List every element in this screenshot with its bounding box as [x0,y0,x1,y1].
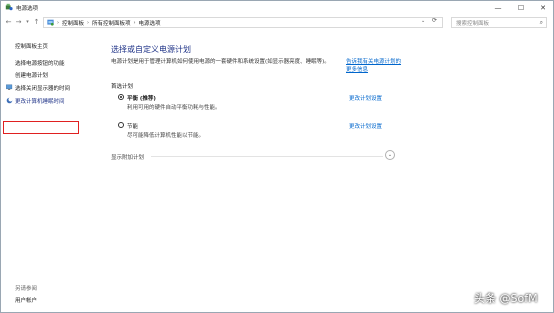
plan-power-saver-name[interactable]: 节能 [127,122,138,130]
back-arrow-icon: ← [5,18,12,26]
up-arrow-icon: ↑ [33,18,40,26]
breadcrumb-control-panel[interactable]: 控制面板 [62,19,84,27]
show-additional-plans-label[interactable]: 显示附加计划 [111,153,144,161]
recent-locations-button[interactable]: ▾ [23,17,32,27]
back-button[interactable]: ← [4,17,13,27]
control-panel-icon [47,19,54,26]
minimize-icon: — [494,3,502,12]
close-button[interactable]: ✕ [532,1,554,14]
breadcrumb-separator: › [87,19,90,26]
plan-balanced-radio[interactable] [118,94,124,100]
plan-balanced-name[interactable]: 平衡 (推荐) [127,94,156,102]
breadcrumb-separator: › [133,19,136,26]
refresh-icon[interactable]: ⟳ [432,17,437,24]
maximize-button[interactable]: ☐ [510,1,532,14]
sidebar: 控制面板主页 选择电源按钮的功能 创建电源计划 选择关闭显示器的时间 更改计算机… [1,30,101,313]
breadcrumb-power-options[interactable]: 电源选项 [139,19,161,27]
plan-power-saver-radio[interactable] [118,122,124,128]
preferred-plans-label: 首选计划 [111,84,134,90]
navigation-bar: ← → ▾ ↑ › 控制面板 › 所有控制面板项 › 电源选项 ⌄ ⟳ 搜索控制… [1,14,553,30]
sidebar-item-sleep-time[interactable]: 更改计算机睡眠时间 [15,97,65,105]
minimize-button[interactable]: — [487,1,509,14]
up-button[interactable]: ↑ [32,17,41,27]
expand-additional-plans-button[interactable]: ⌄ [385,150,395,160]
page-title: 选择或自定义电源计划 [111,45,191,54]
annotation-highlight-box [3,121,79,134]
plan-balanced-description: 利用可用的硬件自动平衡功耗与性能。 [127,105,221,111]
page-description: 电源计划是用于管理计算机如何使用电源的一套硬件和系统设置(如显示器亮度、睡眠等)… [111,59,330,65]
watermark: 头条 @SofM [474,292,538,305]
monitor-shield-icon [6,84,13,90]
window-title: 电源选项 [16,6,39,12]
breadcrumb-all-items[interactable]: 所有控制面板项 [92,19,131,27]
maximize-icon: ☐ [517,3,525,12]
sidebar-item-home[interactable]: 控制面板主页 [15,42,48,50]
breadcrumb-separator: › [57,19,59,26]
sidebar-item-power-button[interactable]: 选择电源按钮的功能 [15,59,65,67]
forward-button[interactable]: → [14,17,23,27]
main-content: 选择或自定义电源计划 电源计划是用于管理计算机如何使用电源的一套硬件和系统设置(… [101,30,553,313]
see-also-heading: 另请参阅 [15,286,38,292]
divider [151,156,383,157]
plan-power-saver-change-link[interactable]: 更改计划设置 [349,122,382,130]
forward-arrow-icon: → [15,18,22,26]
title-bar: 电源选项 — ☐ ✕ [1,1,553,14]
power-options-icon [5,3,13,11]
close-icon: ✕ [540,3,546,12]
sleep-moon-icon [6,97,13,104]
power-options-window: 电源选项 — ☐ ✕ ← → ▾ ↑ › 控制面板 › 所有控制面板项 › 电源… [0,0,554,313]
chevron-down-icon: ▾ [26,19,29,25]
address-field[interactable]: › 控制面板 › 所有控制面板项 › 电源选项 [43,17,443,28]
power-plans-info-link[interactable]: 告诉我有关电源计划的更多信息 [346,58,401,74]
plan-balanced-change-link[interactable]: 更改计划设置 [349,94,382,102]
sidebar-item-user-accounts[interactable]: 用户帐户 [15,296,37,304]
sidebar-item-create-plan[interactable]: 创建电源计划 [15,71,48,79]
address-dropdown-icon[interactable]: ⌄ [421,18,425,24]
plan-power-saver-description: 尽可能降低计算机性能以节能。 [127,133,205,139]
search-input[interactable]: 搜索控制面板 ⌕ [451,17,547,28]
chevron-down-icon: ⌄ [387,152,393,158]
search-icon[interactable]: ⌕ [540,19,543,27]
sidebar-item-display-off[interactable]: 选择关闭显示器的时间 [15,84,70,92]
search-placeholder: 搜索控制面板 [456,20,490,27]
